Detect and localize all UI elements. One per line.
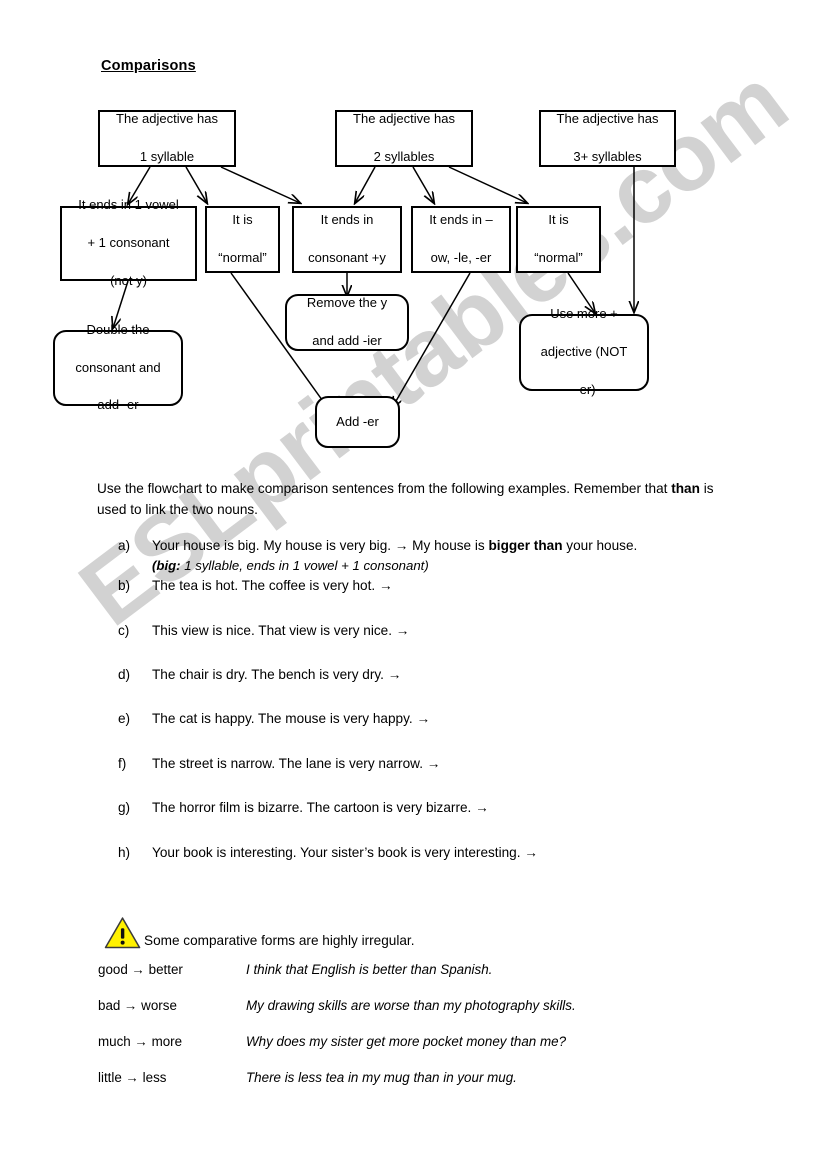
exercise-item: g) The horror film is bizarre. The cartoo… <box>118 798 778 818</box>
exercise-label: e) <box>118 711 131 727</box>
exercise-text: The tea is hot. The coffee is very hot. … <box>152 578 393 594</box>
irregular-example-cell: There is less tea in my mug than in your… <box>246 1070 517 1085</box>
flow-node-text: add -er <box>97 397 139 413</box>
exercise-item: f) The street is narrow. The lane is very… <box>118 754 778 774</box>
irregular-forms-row: little → less There is less tea in my mug… <box>98 1070 738 1106</box>
flow-node-text: “normal” <box>534 249 583 265</box>
page-title: Comparisons <box>101 58 196 74</box>
flow-node-2-syllables[interactable]: The adjective has 2 syllables <box>335 110 473 167</box>
irregular-form-cell: much → more <box>98 1034 183 1049</box>
flow-node-text: adjective (NOT <box>540 344 628 360</box>
worksheet-page: ESLprintables.com Comparisons The adject… <box>0 0 821 1161</box>
flow-node-consonant-plus-y[interactable]: It ends in consonant +y <box>292 206 402 273</box>
exercise-text: The cat is happy. The mouse is very happ… <box>152 711 431 727</box>
flow-node-text: Add -er <box>336 413 379 429</box>
exercise-item: c) This view is nice. That view is very n… <box>118 621 778 641</box>
irregular-forms-row: much → more Why does my sister get more p… <box>98 1034 738 1070</box>
instructions-bold-than: than <box>671 481 700 496</box>
exercise-text: This view is nice. That view is very nic… <box>152 622 410 638</box>
flow-node-text: It is <box>548 212 569 228</box>
flow-node-text: 2 syllables <box>373 148 435 164</box>
flow-node-text: and add -ier <box>312 332 382 348</box>
flow-node-text: + 1 consonant <box>87 235 170 251</box>
exercise-label: f) <box>118 755 127 771</box>
instructions-text-part1: Use the flowchart to make comparison sen… <box>97 481 672 496</box>
flow-node-text: Use more + <box>550 306 618 322</box>
exercise-note-bold: (big: <box>152 558 181 574</box>
flow-node-use-more-adjective[interactable]: Use more + adjective (NOT –er) <box>519 306 649 397</box>
irregular-forms-heading-text: Some comparative forms are highly irregu… <box>144 933 415 948</box>
flow-node-normal-2syllables[interactable]: It is “normal” <box>516 206 601 273</box>
exercise-label: a) <box>118 538 131 553</box>
flow-node-text: 1 syllable <box>139 148 195 164</box>
flow-node-normal-1syllable[interactable]: It is “normal” <box>205 206 280 273</box>
flow-node-text: (not y) <box>110 272 147 288</box>
exercise-item: e) The cat is happy. The mouse is very ha… <box>118 709 778 729</box>
flow-node-remove-y-add-ier[interactable]: Remove the y and add -ier <box>285 294 409 351</box>
irregular-example-cell: My drawing skills are worse than my phot… <box>246 998 576 1013</box>
exercise-label: h) <box>118 844 131 860</box>
exercise-text: Your house is big. My house is very big.… <box>152 538 489 553</box>
exercise-label: b) <box>118 578 131 594</box>
exercise-item: h) Your book is interesting. Your sister’… <box>118 843 778 863</box>
flow-node-text: consonant +y <box>308 249 386 265</box>
flow-node-text: 3+ syllables <box>573 148 642 164</box>
irregular-form-cell: good → better <box>98 962 183 977</box>
flow-node-text: Double the <box>86 321 150 337</box>
flow-node-text: It ends in – <box>429 212 493 228</box>
flow-node-text: The adjective has <box>556 111 659 127</box>
flow-node-text: It ends in <box>320 212 374 228</box>
exercise-label: g) <box>118 800 131 816</box>
flow-node-text: It is <box>232 212 253 228</box>
exercise-text: The street is narrow. The lane is very n… <box>152 755 441 771</box>
flow-node-text: –er) <box>572 381 596 397</box>
flow-node-text: Remove the y <box>306 295 388 311</box>
flow-node-text: “normal” <box>218 249 267 265</box>
exercise-item: d) The chair is dry. The bench is very dr… <box>118 665 778 685</box>
irregular-example-cell: I think that English is better than Span… <box>246 962 493 977</box>
exercise-answer-bold: bigger than <box>488 538 563 553</box>
irregular-forms-table: good → better I think that English is bet… <box>98 962 738 1106</box>
flow-node-add-er[interactable]: Add -er <box>315 396 400 448</box>
exercise-text: The horror film is bizarre. The cartoon … <box>152 800 489 816</box>
exercise-item: b) The tea is hot. The coffee is very hot… <box>118 576 778 596</box>
flow-node-1-syllable[interactable]: The adjective has 1 syllable <box>98 110 236 167</box>
exercise-note-rest: 1 syllable, ends in 1 vowel + 1 consonan… <box>180 558 429 574</box>
exercise-note: (big: 1 syllable, ends in 1 vowel + 1 co… <box>152 556 778 576</box>
exercise-item: a) Your house is big. My house is very bi… <box>118 536 778 576</box>
irregular-forms-heading: Some comparative forms are highly irregu… <box>104 916 414 950</box>
irregular-example-cell: Why does my sister get more pocket money… <box>246 1034 567 1049</box>
flow-node-text: consonant and <box>75 359 161 375</box>
irregular-form-cell: bad → worse <box>98 998 177 1013</box>
flow-node-ends-ow-le-er[interactable]: It ends in – ow, -le, -er <box>411 206 511 273</box>
irregular-forms-row: good → better I think that English is bet… <box>98 962 738 998</box>
exercise-text-after: your house. <box>562 538 638 553</box>
exercise-label: d) <box>118 666 131 682</box>
exercise-label: c) <box>118 622 130 638</box>
irregular-form-cell: little → less <box>98 1070 167 1085</box>
flow-node-one-vowel-one-consonant[interactable]: It ends in 1 vowel + 1 consonant (not y) <box>60 197 197 288</box>
flow-node-text: It ends in 1 vowel <box>78 197 179 213</box>
exercise-list: a) Your house is big. My house is very bi… <box>118 536 778 863</box>
instructions-paragraph: Use the flowchart to make comparison sen… <box>97 479 729 520</box>
flow-node-text: ow, -le, -er <box>430 249 492 265</box>
irregular-forms-table-body: good → better I think that English is bet… <box>98 962 738 1106</box>
flow-node-text: The adjective has <box>116 111 218 127</box>
flow-node-3plus-syllables[interactable]: The adjective has 3+ syllables <box>539 110 676 167</box>
irregular-forms-row: bad → worse My drawing skills are worse t… <box>98 998 738 1034</box>
warning-triangle-icon <box>104 917 141 949</box>
flow-node-double-consonant-add-er[interactable]: Double the consonant and add -er <box>53 322 183 412</box>
exercise-text: The chair is dry. The bench is very dry.… <box>152 666 402 682</box>
exercise-text: Your book is interesting. Your sister’s … <box>152 844 538 860</box>
flow-node-text: The adjective has <box>353 111 455 127</box>
